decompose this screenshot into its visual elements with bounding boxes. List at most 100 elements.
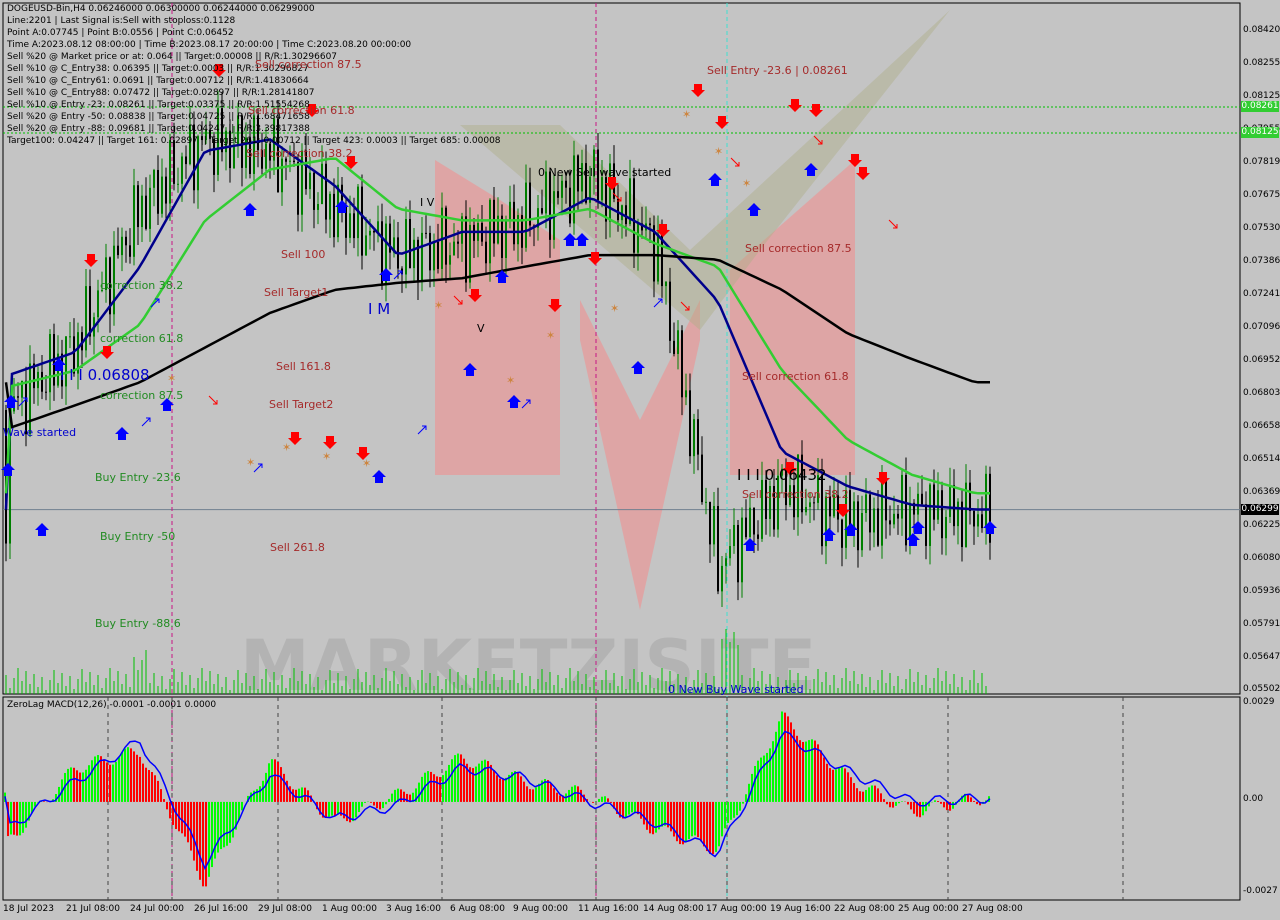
candle-body: [929, 484, 931, 546]
price-axis-tick: 0.05502: [1243, 684, 1280, 694]
buy-level-label: Buy Entry -23.6: [95, 471, 181, 484]
candle-body: [681, 330, 683, 398]
candle-body: [809, 502, 811, 507]
candle-body: [689, 390, 691, 457]
wave-label: 0 New Buy Wave started: [668, 683, 804, 696]
star-marker-icon: ✶: [546, 329, 555, 342]
candle-body: [925, 504, 927, 546]
time-axis-label: 25 Aug 00:00: [898, 904, 959, 914]
sell-level-label: Sell 261.8: [270, 541, 325, 554]
candle-body: [949, 485, 951, 517]
candle-body: [413, 239, 415, 269]
price-axis-tick: 0.07241: [1243, 289, 1280, 299]
candle-body: [233, 144, 235, 169]
candle-body: [569, 187, 571, 224]
candle-body: [669, 281, 671, 341]
header-info-line: Sell %20 @ Entry -88: 0.09681 || Target:…: [7, 124, 310, 134]
sell-level-label: Sell correction 87.5: [745, 242, 852, 255]
sell-level-label: Sell correction 38.2: [246, 147, 353, 160]
candle-body: [745, 517, 747, 538]
wave-label: V: [477, 322, 485, 335]
candle-body: [45, 391, 47, 393]
candle-body: [153, 169, 155, 188]
candle-body: [181, 156, 183, 184]
price-axis-tick: 0.05647: [1243, 652, 1280, 662]
candle-body: [693, 419, 695, 457]
sell-level-label: Sell Entry -23.6 | 0.08261: [707, 64, 848, 77]
candle-body: [297, 162, 299, 215]
candle-body: [821, 475, 823, 547]
candle-body: [137, 185, 139, 228]
candle-body: [965, 482, 967, 548]
candle-body: [309, 172, 311, 190]
candle-body: [29, 363, 31, 435]
candle-body: [897, 513, 899, 519]
header-info-line: Point A:0.07745 | Point B:0.0556 | Point…: [7, 28, 234, 38]
candle-body: [877, 508, 879, 546]
candle-body: [557, 191, 559, 198]
candle-body: [725, 558, 727, 566]
candle-body: [977, 514, 979, 527]
wave-label: 0 New Sell wave started: [538, 166, 672, 179]
sell-level-label: Sell correction 87.5: [255, 58, 362, 71]
macd-title: ZeroLag MACD(12,26) -0.0001 -0.0001 0.00…: [7, 700, 217, 710]
candle-body: [469, 224, 471, 283]
star-marker-icon: ✶: [167, 372, 176, 385]
candle-body: [625, 205, 627, 225]
price-axis-tick: 0.06369: [1243, 487, 1280, 497]
candle-body: [541, 208, 543, 214]
price-axis-tick: 0.07096: [1243, 322, 1280, 332]
candle-body: [405, 218, 407, 275]
star-marker-icon: ✶: [434, 299, 443, 312]
candle-body: [161, 176, 163, 214]
star-marker-icon: ✶: [610, 302, 619, 315]
star-marker-icon: ✶: [714, 145, 723, 158]
candle-body: [797, 454, 799, 518]
candle-body: [677, 330, 679, 354]
candle-body: [97, 290, 99, 318]
price-axis-tick: 0.08255: [1243, 58, 1280, 68]
candle-body: [985, 473, 987, 529]
candle-body: [353, 213, 355, 239]
buy-level-label: correction 38.2: [100, 279, 184, 292]
candle-body: [561, 180, 563, 198]
candle-body: [121, 236, 123, 256]
candle-body: [365, 235, 367, 256]
candle-body: [697, 419, 699, 455]
candle-body: [433, 241, 435, 271]
star-marker-icon: ✶: [682, 108, 691, 121]
candle-body: [957, 501, 959, 527]
candle-body: [549, 171, 551, 240]
time-axis-label: 22 Aug 08:00: [834, 904, 895, 914]
candle-body: [333, 193, 335, 238]
candle-body: [69, 336, 71, 338]
candle-body: [973, 510, 975, 527]
macd-axis-tick: 0.0029: [1243, 697, 1275, 707]
star-marker-icon: ✶: [282, 441, 291, 454]
candle-body: [633, 178, 635, 253]
candle-body: [149, 187, 151, 229]
candle-body: [501, 215, 503, 258]
candle-body: [449, 255, 451, 265]
candle-body: [425, 232, 427, 234]
header-info-line: Target100: 0.04247 || Target 161: 0.0289…: [7, 136, 501, 146]
macd-axis-tick: -0.0027: [1243, 886, 1278, 896]
price-axis-tick: 0.07386: [1243, 256, 1280, 266]
candle-body: [953, 485, 955, 527]
candle-body: [129, 245, 131, 257]
price-axis-tick: 0.07819: [1243, 157, 1280, 167]
candle-body: [525, 182, 527, 248]
candle-body: [933, 484, 935, 520]
candle-body: [617, 198, 619, 221]
candle-body: [41, 371, 43, 392]
candle-body: [509, 201, 511, 220]
time-axis-label: 21 Jul 08:00: [66, 904, 120, 914]
candle-body: [453, 241, 455, 256]
time-axis-label: 3 Aug 16:00: [386, 904, 441, 914]
candle-body: [437, 241, 439, 269]
candle-body: [117, 245, 119, 256]
candle-body: [757, 534, 759, 539]
candle-body: [369, 230, 371, 236]
price-axis-tick: 0.07675: [1243, 190, 1280, 200]
header-info-line: Sell %10 @ C_Entry61: 0.0691 || Target:0…: [7, 76, 309, 86]
